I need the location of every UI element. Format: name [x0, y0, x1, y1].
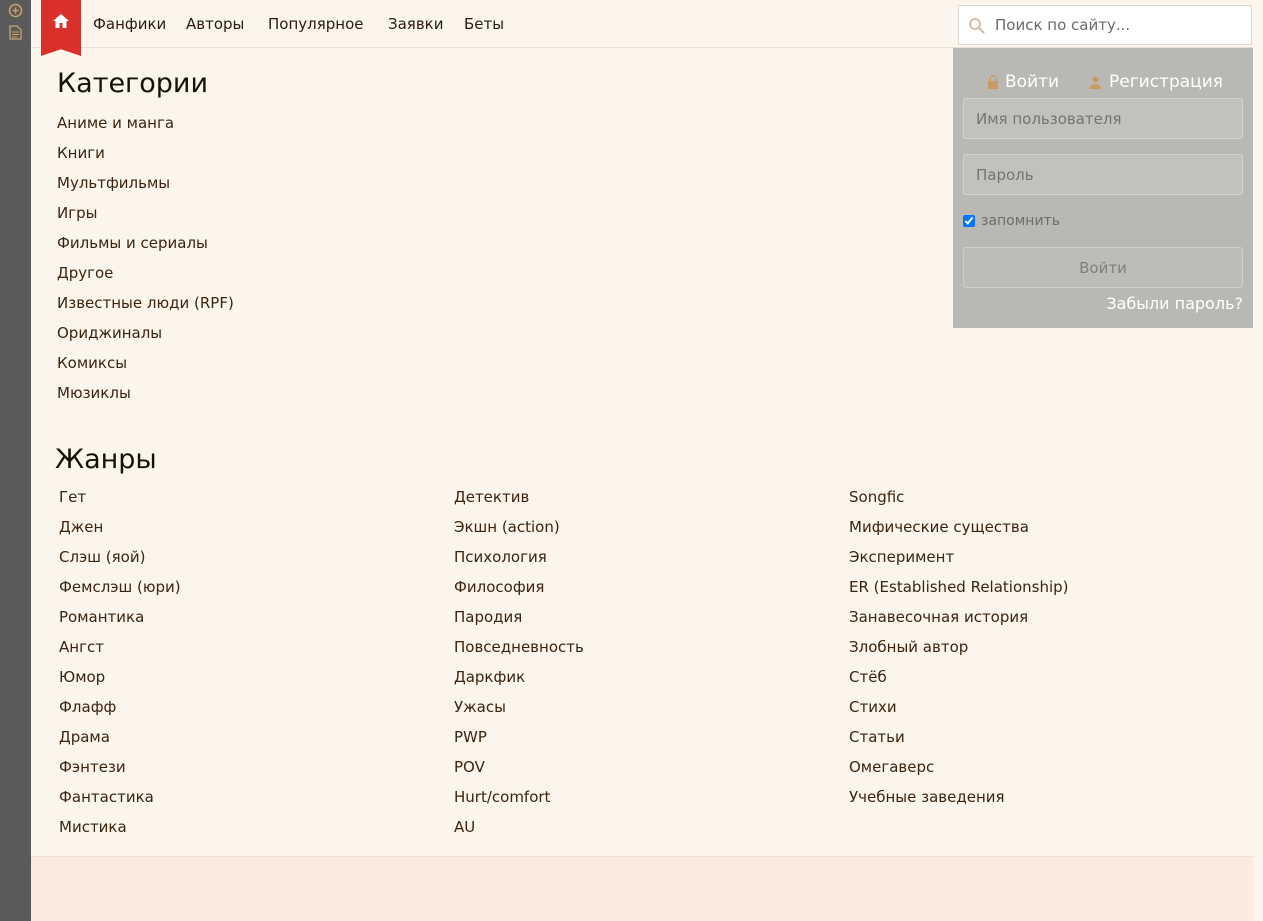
categories-title: Категории	[57, 68, 208, 99]
category-link[interactable]: Известные люди (RPF)	[57, 294, 234, 312]
genre-link[interactable]: Пародия	[454, 608, 522, 626]
genre-link[interactable]: AU	[454, 818, 475, 836]
remember-label: запомнить	[981, 213, 1060, 229]
nav-popular[interactable]: Популярное	[268, 15, 364, 33]
genre-link[interactable]: Злобный автор	[849, 638, 968, 656]
nav-betas[interactable]: Беты	[464, 15, 504, 33]
login-submit-button[interactable]: Войти	[963, 247, 1243, 288]
genre-link[interactable]: Гет	[59, 488, 86, 506]
remember-me[interactable]: запомнить	[963, 213, 1060, 229]
genre-link[interactable]: Занавесочная история	[849, 608, 1028, 626]
genre-link[interactable]: Омегаверс	[849, 758, 934, 776]
genres-title: Жанры	[55, 444, 157, 475]
password-field[interactable]	[963, 154, 1243, 195]
genre-link[interactable]: POV	[454, 758, 485, 776]
category-link[interactable]: Книги	[57, 144, 105, 162]
nav-fanfics[interactable]: Фанфики	[93, 15, 166, 33]
genre-link[interactable]: Фантастика	[59, 788, 154, 806]
right-edge	[1253, 0, 1263, 921]
genre-link[interactable]: Детектив	[454, 488, 529, 506]
login-tab[interactable]: Войти	[987, 72, 1059, 92]
genre-link[interactable]: Фэнтези	[59, 758, 126, 776]
register-tab-label: Регистрация	[1109, 72, 1223, 92]
footer	[31, 856, 1253, 921]
genre-link[interactable]: Стёб	[849, 668, 887, 686]
add-circle-icon[interactable]	[8, 3, 23, 18]
home-icon	[52, 13, 70, 33]
genre-link[interactable]: Мифические существа	[849, 518, 1029, 536]
genre-link[interactable]: Драма	[59, 728, 110, 746]
genre-link[interactable]: Юмор	[59, 668, 105, 686]
category-link[interactable]: Аниме и манга	[57, 114, 174, 132]
genre-link[interactable]: Стихи	[849, 698, 897, 716]
category-link[interactable]: Ориджиналы	[57, 324, 162, 342]
left-toolbar	[0, 0, 31, 921]
user-icon	[1088, 75, 1103, 90]
site-search	[958, 5, 1252, 45]
category-link[interactable]: Игры	[57, 204, 97, 222]
genre-link[interactable]: Романтика	[59, 608, 144, 626]
genre-link[interactable]: Эксперимент	[849, 548, 954, 566]
genre-link[interactable]: Hurt/comfort	[454, 788, 550, 806]
home-button[interactable]	[41, 0, 81, 56]
lock-icon	[987, 74, 999, 90]
category-link[interactable]: Другое	[57, 264, 113, 282]
genre-link[interactable]: PWP	[454, 728, 487, 746]
document-icon[interactable]	[8, 25, 23, 40]
category-link[interactable]: Фильмы и сериалы	[57, 234, 208, 252]
genre-link[interactable]: Джен	[59, 518, 103, 536]
genre-link[interactable]: Повседневность	[454, 638, 584, 656]
forgot-password-link[interactable]: Забыли пароль?	[1106, 294, 1243, 313]
genre-link[interactable]: Статьи	[849, 728, 905, 746]
genre-link[interactable]: ER (Established Relationship)	[849, 578, 1069, 596]
genre-link[interactable]: Мистика	[59, 818, 127, 836]
genre-link[interactable]: Фемслэш (юри)	[59, 578, 181, 596]
search-input[interactable]	[993, 15, 1243, 35]
search-icon	[968, 17, 985, 34]
genre-link[interactable]: Философия	[454, 578, 544, 596]
nav-authors[interactable]: Авторы	[186, 15, 244, 33]
nav-requests[interactable]: Заявки	[388, 15, 443, 33]
genre-link[interactable]: Даркфик	[454, 668, 525, 686]
remember-checkbox[interactable]	[963, 215, 975, 227]
genre-link[interactable]: Ужасы	[454, 698, 506, 716]
category-link[interactable]: Мультфильмы	[57, 174, 170, 192]
genre-link[interactable]: Ангст	[59, 638, 104, 656]
username-field[interactable]	[963, 98, 1243, 139]
category-link[interactable]: Комиксы	[57, 354, 127, 372]
genre-link[interactable]: Учебные заведения	[849, 788, 1005, 806]
login-panel: Войти Регистрация запомнить Войти Забыли…	[953, 48, 1253, 328]
register-tab[interactable]: Регистрация	[1088, 72, 1223, 92]
genre-link[interactable]: Songfic	[849, 488, 904, 506]
genre-link[interactable]: Флафф	[59, 698, 116, 716]
login-tab-label: Войти	[1005, 72, 1060, 92]
category-link[interactable]: Мюзиклы	[57, 384, 131, 402]
genre-link[interactable]: Слэш (яой)	[59, 548, 145, 566]
genre-link[interactable]: Экшн (action)	[454, 518, 560, 536]
genre-link[interactable]: Психология	[454, 548, 547, 566]
